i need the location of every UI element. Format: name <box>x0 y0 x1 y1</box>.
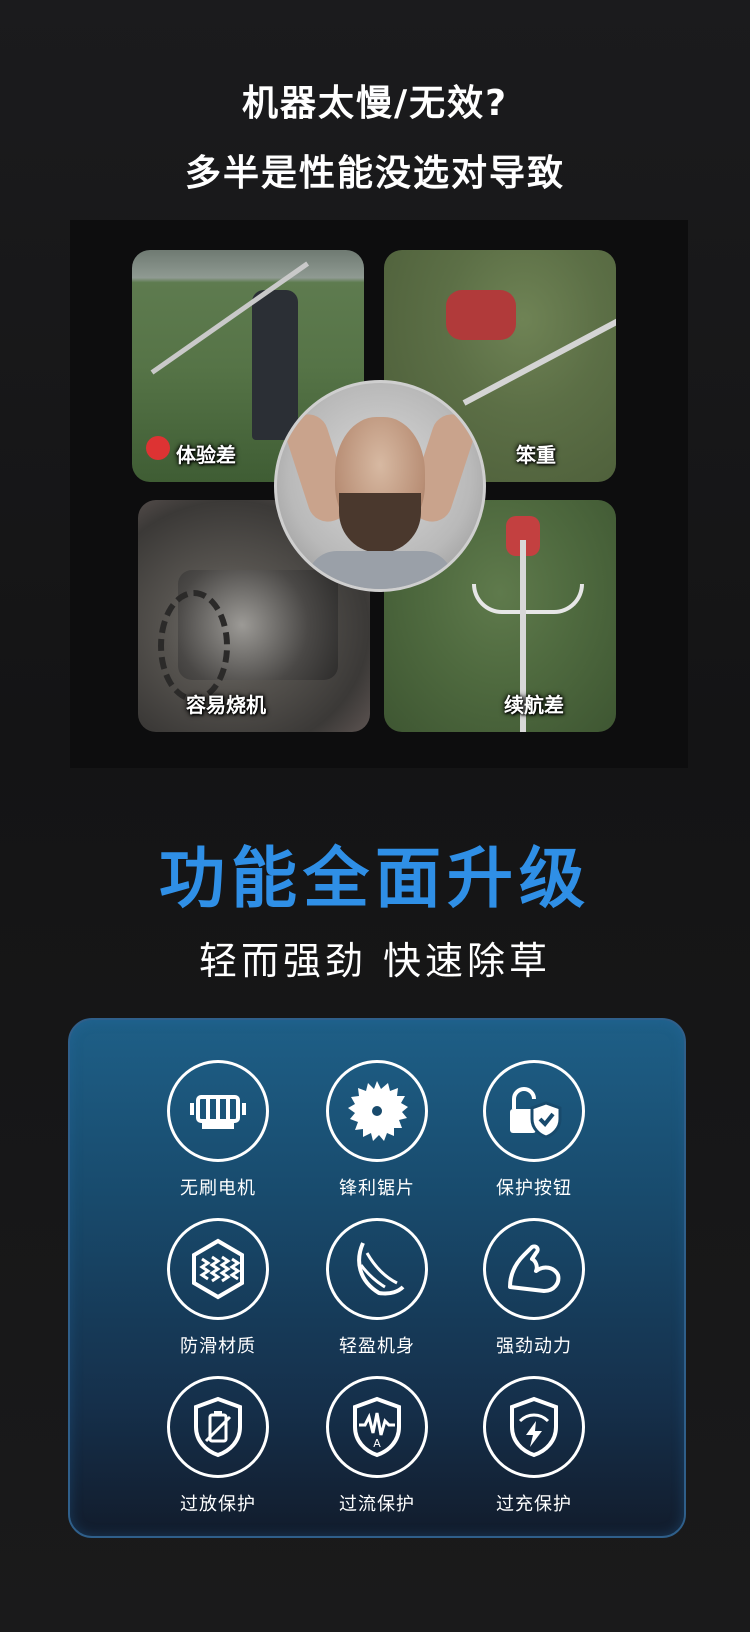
feature-label: 过流保护 <box>339 1494 415 1515</box>
feature-anti-slip: 防滑材质 <box>138 1218 298 1358</box>
current-shield-icon: A <box>326 1376 428 1478</box>
beard <box>339 493 421 553</box>
handle-bar <box>472 584 584 614</box>
feature-lightweight: 轻盈机身 <box>297 1218 457 1358</box>
feature-card: 无刷电机 锋利锯片 保护按钮 防滑材质 轻盈机身 强劲动力 过放保护 A 过流保… <box>68 1018 686 1538</box>
problem-label: 容易烧机 <box>186 693 266 717</box>
feature-label: 锋利锯片 <box>339 1178 415 1199</box>
upgrade-title: 功能全面升级 <box>159 840 591 917</box>
feature-label: 过充保护 <box>496 1494 572 1515</box>
shirt <box>307 551 453 589</box>
flexed-arm-icon <box>483 1218 585 1320</box>
headline-answer: 多半是性能没选对导致 <box>184 153 565 194</box>
gear-wheel <box>158 590 230 702</box>
trimmer-head <box>146 436 170 460</box>
feature-over-charge: 过充保护 <box>454 1376 614 1516</box>
problem-collage: 体验差 笨重 容易烧机 续航差 <box>70 220 688 768</box>
feature-label: 无刷电机 <box>180 1178 256 1199</box>
problem-label: 笨重 <box>516 443 556 467</box>
frustrated-man-photo <box>274 380 486 592</box>
feature-label: 强劲动力 <box>496 1336 572 1357</box>
battery-shield-icon <box>167 1376 269 1478</box>
feather-icon <box>326 1218 428 1320</box>
feature-label: 轻盈机身 <box>339 1336 415 1357</box>
feature-sharp-blade: 锋利锯片 <box>297 1060 457 1200</box>
problem-label: 体验差 <box>176 443 236 467</box>
feature-over-current: A 过流保护 <box>297 1376 457 1516</box>
svg-text:A: A <box>373 1437 381 1450</box>
feature-over-discharge: 过放保护 <box>138 1376 298 1516</box>
problem-label: 续航差 <box>504 693 564 717</box>
saw-blade-icon <box>326 1060 428 1162</box>
feature-protection-button: 保护按钮 <box>454 1060 614 1200</box>
feature-label: 防滑材质 <box>180 1336 256 1357</box>
hexagon-texture-icon <box>167 1218 269 1320</box>
feature-strong-power: 强劲动力 <box>454 1218 614 1358</box>
engine-body <box>446 290 516 340</box>
upgrade-subtitle: 轻而强劲 快速除草 <box>198 939 552 983</box>
feature-label: 保护按钮 <box>496 1178 572 1199</box>
motor-icon <box>167 1060 269 1162</box>
lock-shield-icon <box>483 1060 585 1162</box>
feature-brushless-motor: 无刷电机 <box>138 1060 298 1200</box>
feature-label: 过放保护 <box>180 1494 256 1515</box>
person-figure <box>252 290 298 440</box>
headline-question: 机器太慢/无效? <box>241 83 509 124</box>
lightning-shield-icon <box>483 1376 585 1478</box>
